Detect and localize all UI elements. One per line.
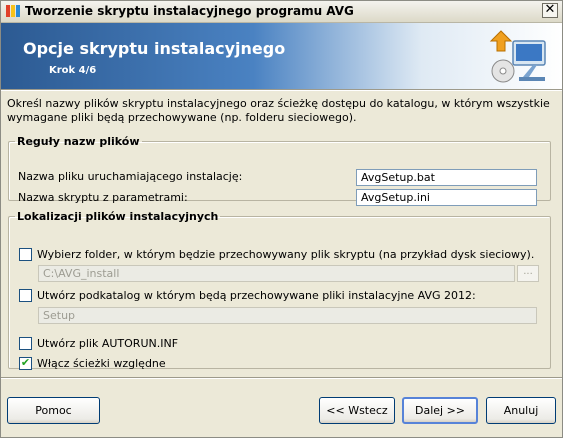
subdirectory-checkbox[interactable]	[19, 289, 32, 302]
file-locations-group: Lokalizacji plików instalacyjnych Wybier…	[8, 210, 551, 370]
header-divider	[1, 89, 562, 91]
step-indicator: Krok 4/6	[49, 65, 97, 76]
subdirectory-field[interactable]: Setup	[38, 307, 537, 324]
footer-divider	[1, 377, 562, 379]
choose-folder-checkbox[interactable]	[19, 248, 32, 261]
folder-path-field[interactable]: C:\AVG_install	[38, 265, 515, 282]
file-names-legend: Reguły nazw plików	[17, 135, 140, 148]
checkmark-icon: ✔	[20, 356, 31, 369]
back-button[interactable]: << Wstecz	[319, 397, 395, 424]
installer-window: Tworzenie skryptu instalacyjnego program…	[0, 0, 563, 438]
autorun-checkbox[interactable]	[19, 337, 32, 350]
browse-folder-button[interactable]: ...	[517, 265, 539, 282]
choose-folder-label: Wybierz folder, w którym będzie przechow…	[37, 248, 535, 261]
help-button[interactable]: Pomoc	[7, 397, 100, 424]
header-banner: Opcje skryptu instalacyjnego Krok 4/6	[1, 23, 562, 89]
params-script-label: Nazwa skryptu z parametrami:	[18, 191, 188, 204]
launcher-name-label: Nazwa pliku uruchamiającego instalację:	[18, 170, 243, 183]
avg-logo-icon	[6, 5, 20, 17]
page-title: Opcje skryptu instalacyjnego	[23, 39, 286, 58]
window-title: Tworzenie skryptu instalacyjnego program…	[25, 4, 354, 18]
close-button[interactable]: ✕	[542, 3, 558, 18]
file-locations-legend: Lokalizacji plików instalacyjnych	[17, 210, 219, 223]
launcher-name-field[interactable]: AvgSetup.bat	[356, 169, 537, 186]
close-icon: ✕	[544, 2, 556, 17]
subdirectory-label: Utwórz podkatalog w którym będą przechow…	[37, 289, 476, 302]
install-script-icon	[489, 30, 546, 83]
title-bar[interactable]: Tworzenie skryptu instalacyjnego program…	[1, 1, 562, 23]
relative-paths-checkbox[interactable]: ✔	[19, 357, 32, 370]
file-names-group: Reguły nazw plików Nazwa pliku uruchamia…	[8, 135, 551, 206]
cancel-button[interactable]: Anuluj	[486, 397, 556, 424]
intro-text: Określ nazwy plików skryptu instalacyjne…	[7, 97, 550, 124]
next-button[interactable]: Dalej >>	[402, 397, 478, 424]
relative-paths-label: Włącz ścieżki względne	[37, 357, 166, 370]
autorun-label: Utwórz plik AUTORUN.INF	[37, 337, 179, 350]
params-script-field[interactable]: AvgSetup.ini	[356, 189, 537, 206]
